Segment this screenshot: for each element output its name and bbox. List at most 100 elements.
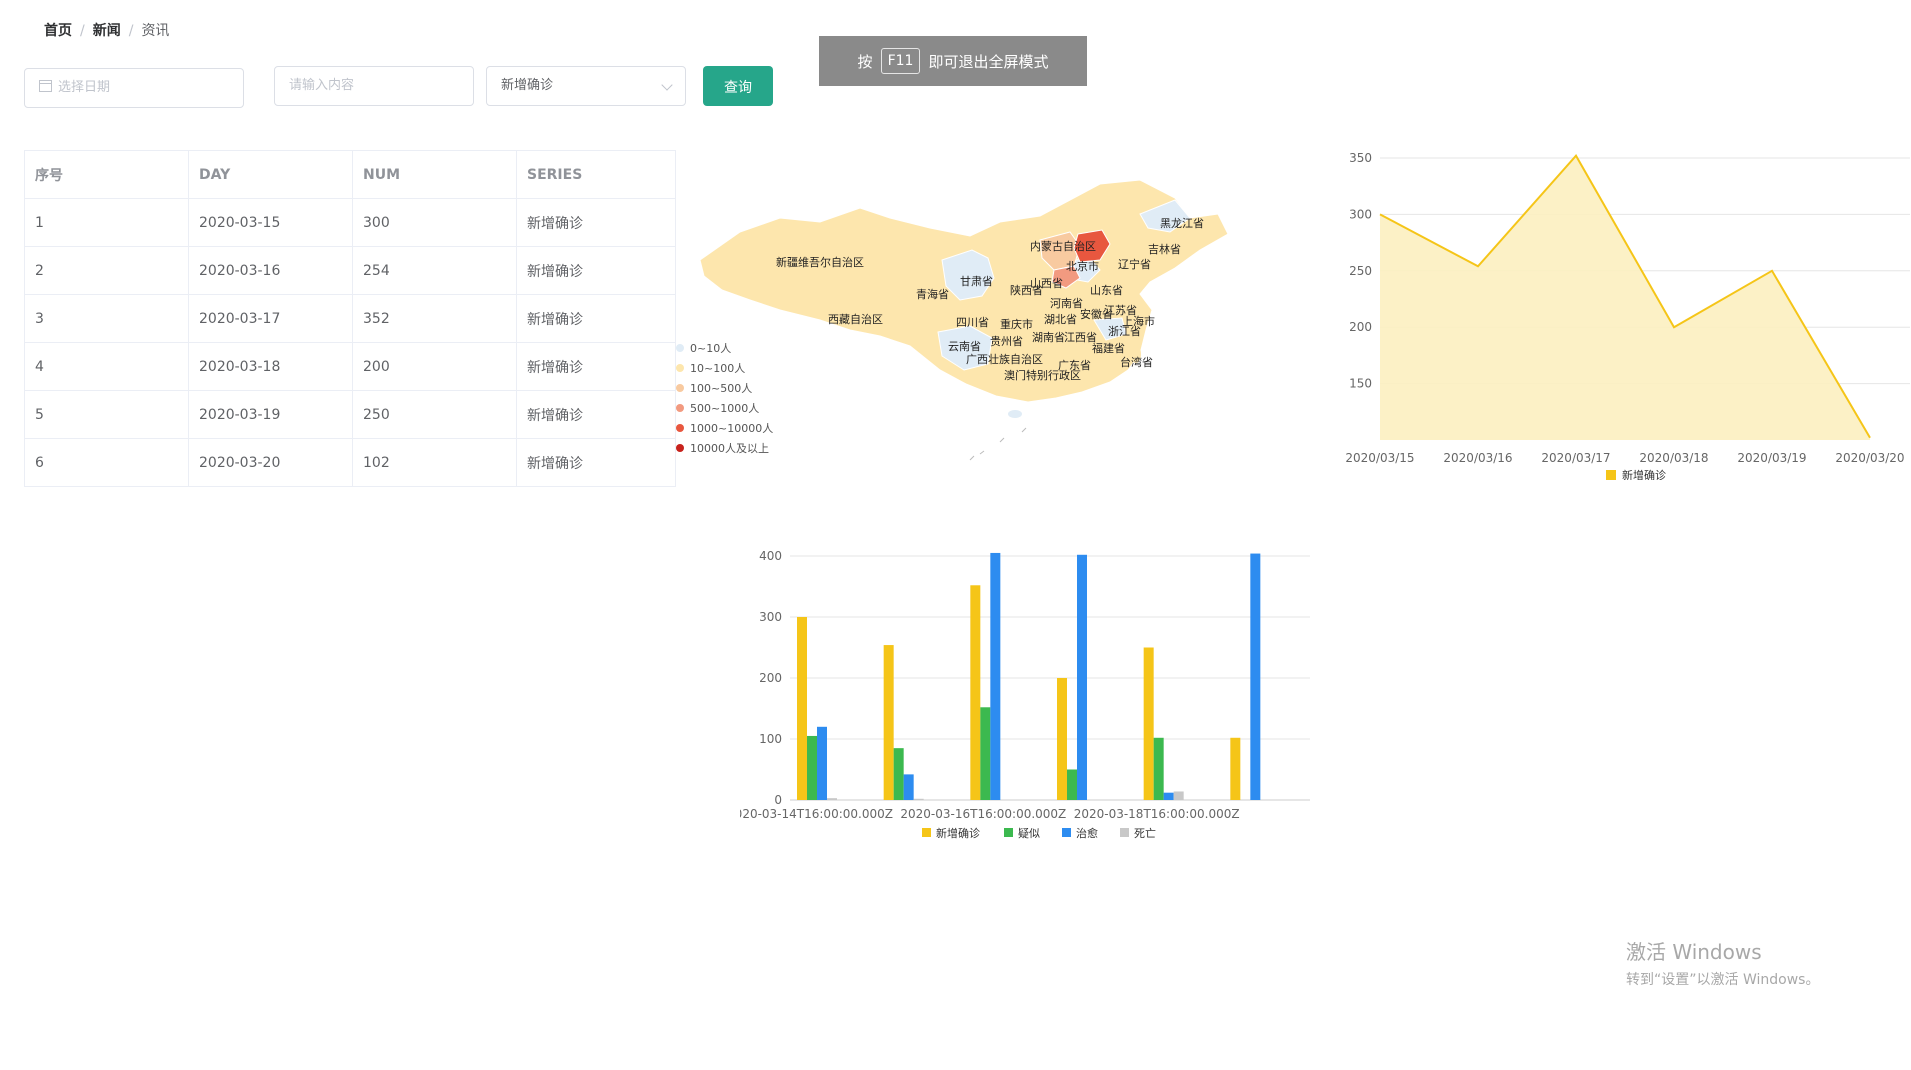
map-label: 台湾省 (1120, 355, 1153, 369)
map-legend-label: 500~1000人 (690, 402, 760, 415)
breadcrumb-current: 资讯 (141, 23, 170, 39)
map-south-sea-islands (969, 427, 1027, 461)
bar (1250, 553, 1261, 800)
breadcrumb: 首页 / 新闻 / 资讯 (44, 20, 169, 40)
map-label: 西藏自治区 (828, 312, 883, 326)
legend-label: 新增确诊 (936, 826, 980, 840)
table-cell: 254 (352, 246, 517, 295)
table-cell: 3 (24, 294, 189, 343)
map-legend-label: 100~500人 (690, 382, 753, 395)
bar (1077, 554, 1087, 800)
bar (883, 645, 894, 800)
bar (1057, 678, 1067, 800)
legend-swatch (1606, 470, 1616, 480)
map-legend-label: 1000~10000人 (690, 422, 774, 435)
breadcrumb-home[interactable]: 首页 (44, 23, 72, 39)
table-row: 3 2020-03-17 352 新增确诊 (24, 294, 676, 343)
bar-chart[interactable]: 0 100 200 300 400 2020-03-14T16:00:00.000Z 202… (740, 540, 1320, 850)
breadcrumb-separator: / (128, 23, 134, 39)
watermark-title: 激活 Windows (1626, 940, 1762, 964)
map-label: 内蒙古自治区 (1030, 239, 1096, 253)
area-fill (1380, 155, 1870, 440)
legend-label: 死亡 (1134, 826, 1156, 840)
map-legend-label: 10000人及以上 (690, 442, 769, 455)
table-cell: 新增确诊 (516, 294, 676, 343)
table-cell: 1 (24, 198, 189, 247)
y-tick-label: 400 (759, 549, 782, 563)
bar (970, 585, 981, 800)
legend-swatch (922, 828, 931, 837)
legend-dot-icon (676, 364, 684, 372)
map-label: 青海省 (916, 287, 949, 301)
breadcrumb-news[interactable]: 新闻 (93, 23, 121, 39)
y-tick-label: 300 (1349, 207, 1372, 221)
table-cell: 102 (352, 438, 517, 487)
y-tick-label: 250 (1349, 264, 1372, 278)
bar (893, 748, 904, 800)
map-legend-item[interactable]: 100~500人 (676, 378, 773, 398)
legend-label: 疑似 (1018, 827, 1040, 840)
bar (1067, 769, 1077, 800)
series-select[interactable]: 新增确诊 (486, 66, 686, 106)
x-tick-label: 2020-03-18T16:00:00.000Z (1074, 807, 1240, 821)
legend-dot-icon (676, 344, 684, 352)
map-label: 北京市 (1066, 259, 1099, 273)
map-legend-item[interactable]: 10~100人 (676, 358, 773, 378)
chart-legend: 新增确诊 (1606, 468, 1666, 480)
windows-activation-watermark: 激活 Windows 转到“设置”以激活 Windows。 (1626, 936, 1819, 989)
legend-swatch (1120, 828, 1129, 837)
table-cell: 新增确诊 (516, 390, 676, 439)
map-label: 重庆市 (1000, 317, 1033, 331)
legend-swatch (1004, 828, 1013, 837)
watermark-subtitle: 转到“设置”以激活 Windows。 (1626, 972, 1820, 988)
column-header-day: DAY (188, 150, 353, 199)
table-cell: 2 (24, 246, 189, 295)
query-button[interactable]: 查询 (703, 66, 773, 106)
legend-dot-icon (676, 404, 684, 412)
date-placeholder: 选择日期 (58, 80, 111, 95)
map-legend-item[interactable]: 0~10人 (676, 338, 773, 358)
table-cell: 新增确诊 (516, 198, 676, 247)
table-cell: 2020-03-15 (188, 198, 353, 247)
y-tick-label: 300 (759, 610, 782, 624)
line-chart[interactable]: 150 200 250 300 350 2020/03/15 2020/03/16 2020/… (1320, 140, 1910, 480)
table-cell: 4 (24, 342, 189, 391)
toast-key: F11 (880, 48, 921, 74)
bar (797, 617, 807, 800)
chevron-down-icon (661, 79, 673, 91)
y-tick-label: 100 (759, 732, 782, 746)
bar (1163, 792, 1174, 800)
map-legend-item[interactable]: 1000~10000人 (676, 418, 773, 438)
table-cell: 2020-03-18 (188, 342, 353, 391)
map-label: 浙江省 (1108, 325, 1141, 338)
map-legend-item[interactable]: 10000人及以上 (676, 438, 773, 458)
date-picker[interactable]: 选择日期 (24, 68, 244, 108)
x-tick-label: 2020/03/15 (1345, 451, 1414, 465)
bar (807, 735, 817, 800)
map-legend-item[interactable]: 500~1000人 (676, 398, 773, 418)
table-cell: 300 (352, 198, 517, 247)
calendar-icon (39, 80, 52, 92)
table-row: 2 2020-03-16 254 新增确诊 (24, 246, 676, 295)
table-cell: 2020-03-17 (188, 294, 353, 343)
y-tick-label: 350 (1349, 151, 1372, 165)
table-cell: 新增确诊 (516, 438, 676, 487)
bar (1230, 737, 1241, 800)
map-label: 甘肃省 (960, 275, 993, 288)
x-tick-label: 2020/03/20 (1835, 451, 1904, 465)
legend-dot-icon (676, 424, 684, 432)
table-cell: 新增确诊 (516, 246, 676, 295)
map-label: 辽宁省 (1118, 257, 1151, 271)
legend-label: 新增确诊 (1622, 468, 1666, 480)
map-region-hainan (1008, 410, 1022, 418)
x-tick-label: 2020/03/17 (1541, 451, 1610, 465)
column-header-index: 序号 (24, 150, 189, 199)
bar (827, 798, 837, 800)
chart-legend: 新增确诊 疑似 治愈 死亡 (922, 826, 1156, 840)
toast-prefix: 按 (857, 52, 873, 71)
map-label: 山东省 (1090, 284, 1123, 297)
legend-dot-icon (676, 384, 684, 392)
table-cell: 6 (24, 438, 189, 487)
map-label: 河南省 (1050, 297, 1083, 310)
search-input[interactable]: 请输入内容 (274, 66, 474, 106)
